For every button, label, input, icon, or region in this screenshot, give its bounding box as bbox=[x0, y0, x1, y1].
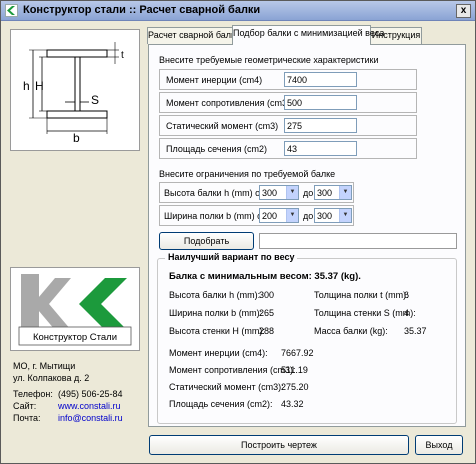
result-mass-label: Масса балки (kg): bbox=[314, 326, 388, 336]
width-from-value: 200 bbox=[262, 211, 278, 221]
exit-button[interactable]: Выход bbox=[415, 435, 463, 455]
result-width-value: 265 bbox=[259, 308, 275, 318]
logo-text: Конструктор Стали bbox=[33, 332, 117, 343]
height-to-label: до bbox=[303, 188, 314, 198]
site-row: Сайт: www.constali.ru bbox=[13, 401, 121, 411]
app-icon bbox=[5, 4, 18, 17]
site-link[interactable]: www.constali.ru bbox=[58, 401, 121, 411]
site-label: Сайт: bbox=[13, 401, 37, 411]
chevron-down-icon: ▼ bbox=[286, 186, 298, 199]
resistance-label: Момент сопротивления (cm3) bbox=[166, 98, 291, 108]
main-window: Конструктор стали :: Расчет сварной балк… bbox=[0, 0, 476, 464]
height-from-value: 300 bbox=[262, 188, 278, 198]
draw-button[interactable]: Построить чертеж bbox=[149, 435, 409, 455]
result-area-value: 43.32 bbox=[281, 399, 304, 409]
result-resistance-label: Момент сопротивления (cm3): bbox=[169, 365, 296, 375]
phone-row: Телефон: (495) 506-25-84 bbox=[13, 389, 123, 399]
result-web-thickness-label: Толщина стенки S (mm): bbox=[314, 308, 416, 318]
geometry-title: Внесите требуемые геометрические характе… bbox=[159, 55, 379, 65]
static-moment-row: Статический момент (cm3) 275 bbox=[159, 115, 417, 136]
width-from-select[interactable]: 200 ▼ bbox=[259, 208, 299, 223]
height-constraint-label: Высота балки h (mm) от bbox=[164, 188, 265, 198]
chevron-down-icon: ▼ bbox=[286, 209, 298, 222]
inertia-row: Момент инерции (cm4) 7400 bbox=[159, 69, 417, 90]
address-line-1: МО, г. Мытищи bbox=[13, 361, 76, 371]
close-button[interactable]: x bbox=[456, 4, 471, 18]
area-input[interactable]: 43 bbox=[284, 141, 357, 156]
result-area-label: Площадь сечения (cm2): bbox=[169, 399, 273, 409]
result-inertia-value: 7667.92 bbox=[281, 348, 314, 358]
area-label: Площадь сечения (cm2) bbox=[166, 144, 267, 154]
optimization-panel: Внесите требуемые геометрические характе… bbox=[148, 44, 466, 427]
address-line-2: ул. Колпакова д. 2 bbox=[13, 373, 90, 383]
chevron-down-icon: ▼ bbox=[339, 209, 351, 222]
width-constraint-label: Ширина полки b (mm) от bbox=[164, 211, 267, 221]
height-from-select[interactable]: 300 ▼ bbox=[259, 185, 299, 200]
result-static-moment-value: 275.20 bbox=[281, 382, 309, 392]
window-title: Конструктор стали :: Расчет сварной балк… bbox=[23, 4, 261, 16]
inertia-label: Момент инерции (cm4) bbox=[166, 75, 263, 85]
width-to-select[interactable]: 300 ▼ bbox=[314, 208, 352, 223]
label-S: S bbox=[91, 93, 99, 107]
tab-calculation[interactable]: Расчет сварной балки bbox=[147, 27, 240, 44]
label-H: H bbox=[35, 79, 44, 93]
result-headline: Балка с минимальным весом: 35.37 (kg). bbox=[169, 271, 361, 282]
constraints-title: Внесите ограничения по требуемой балке bbox=[159, 169, 336, 179]
progress-bar bbox=[259, 233, 457, 249]
label-b: b bbox=[73, 131, 80, 145]
company-logo: Конструктор Стали bbox=[10, 267, 140, 351]
inertia-input[interactable]: 7400 bbox=[284, 72, 357, 87]
result-mass-value: 35.37 bbox=[404, 326, 427, 336]
result-resistance-value: 511.19 bbox=[281, 365, 308, 375]
label-t: t bbox=[121, 50, 124, 61]
static-moment-label: Статический момент (cm3) bbox=[166, 121, 279, 131]
height-to-value: 300 bbox=[317, 188, 333, 198]
select-beam-button[interactable]: Подобрать bbox=[159, 232, 254, 250]
result-flange-thickness-value: 6 bbox=[404, 290, 410, 300]
result-legend: Наилучший вариант по весу bbox=[165, 252, 298, 262]
result-inertia-label: Момент инерции (cm4): bbox=[169, 348, 268, 358]
resistance-input[interactable]: 500 bbox=[284, 95, 357, 110]
result-web-height-label: Высота стенки H (mm): bbox=[169, 326, 265, 336]
phone-value: (495) 506-25-84 bbox=[58, 389, 123, 399]
chevron-down-icon: ▼ bbox=[339, 186, 351, 199]
result-static-moment-label: Статический момент (cm3): bbox=[169, 382, 284, 392]
mail-link[interactable]: info@constali.ru bbox=[58, 413, 123, 423]
label-h: h bbox=[23, 79, 30, 93]
result-height-value: 300 bbox=[259, 290, 275, 300]
height-to-select[interactable]: 300 ▼ bbox=[314, 185, 352, 200]
width-to-label: до bbox=[303, 211, 314, 221]
mail-row: Почта: info@constali.ru bbox=[13, 413, 123, 423]
tab-optimization[interactable]: Подбор балки с минимизацией веса bbox=[232, 25, 384, 45]
phone-label: Телефон: bbox=[13, 389, 53, 399]
width-constraint-row: Ширина полки b (mm) от 200 ▼ до 300 ▼ bbox=[159, 205, 354, 226]
result-web-height-value: 288 bbox=[259, 326, 275, 336]
width-to-value: 300 bbox=[317, 211, 333, 221]
height-constraint-row: Высота балки h (mm) от 300 ▼ до 300 ▼ bbox=[159, 182, 354, 203]
title-bar[interactable]: Конструктор стали :: Расчет сварной балк… bbox=[1, 1, 475, 21]
result-width-label: Ширина полки b (mm): bbox=[169, 308, 263, 318]
result-flange-thickness-label: Толщина полки t (mm): bbox=[314, 290, 409, 300]
static-moment-input[interactable]: 275 bbox=[284, 118, 357, 133]
resistance-row: Момент сопротивления (cm3) 500 bbox=[159, 92, 417, 113]
result-web-thickness-value: 4 bbox=[404, 308, 410, 318]
beam-section-drawing: h H S b t bbox=[10, 29, 140, 151]
result-height-label: Высота балки h (mm): bbox=[169, 290, 261, 300]
area-row: Площадь сечения (cm2) 43 bbox=[159, 138, 417, 159]
mail-label: Почта: bbox=[13, 413, 41, 423]
